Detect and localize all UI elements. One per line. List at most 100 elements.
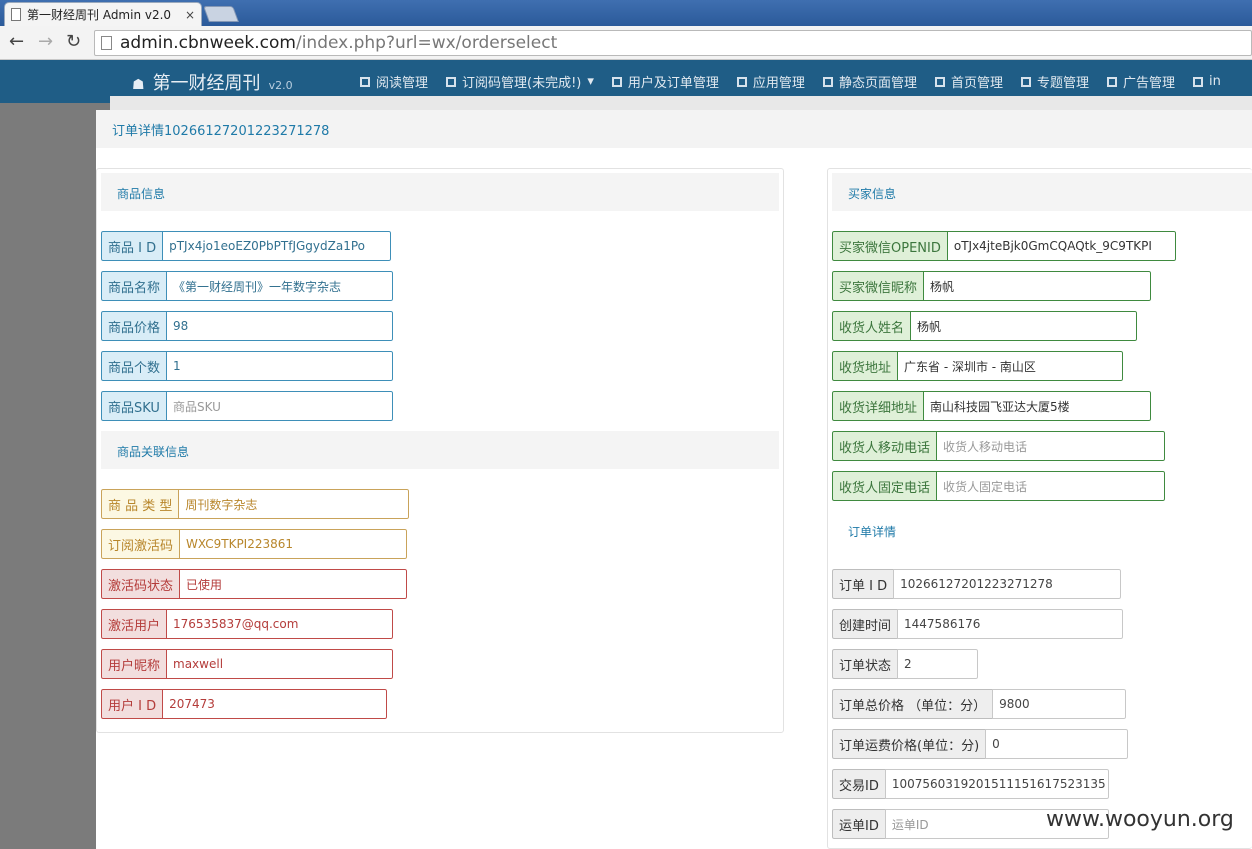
field-label: 商品 I D (101, 231, 163, 261)
url-path: /index.php?url=wx/orderselect (295, 33, 558, 53)
field-label: 订单 I D (832, 569, 894, 599)
forward-arrow-icon[interactable]: → (38, 33, 53, 51)
buyer-openid-input[interactable]: oTJx4jteBjk0GmCQAQtk_9C9TKPI (946, 231, 1176, 261)
field-label: 收货地址 (832, 351, 898, 381)
menu-item-ads[interactable]: 广告管理 (1106, 72, 1175, 91)
menu-item-topics[interactable]: 专题管理 (1020, 72, 1089, 91)
menu-label: 订阅码管理(未完成!) (462, 76, 582, 91)
field-user-id: 用户 I D 207473 (101, 689, 387, 719)
product-count-input[interactable]: 1 (166, 351, 393, 381)
field-label: 商品个数 (101, 351, 167, 381)
activated-user-input[interactable]: 176535837@qq.com (166, 609, 393, 639)
field-label: 商品价格 (101, 311, 167, 341)
new-tab-button[interactable] (203, 6, 239, 22)
created-time-input[interactable]: 1447586176 (897, 609, 1123, 639)
code-status-input[interactable]: 已使用 (179, 569, 407, 599)
order-id-input[interactable]: 10266127201223271278 (893, 569, 1121, 599)
menu-item-static-pages[interactable]: 静态页面管理 (822, 72, 917, 91)
field-shipping-fee: 订单运费价格(单位：分) 0 (832, 729, 1128, 759)
activation-code-input[interactable]: WXC9TKPI223861 (179, 529, 407, 559)
menu-label: 静态页面管理 (838, 76, 917, 91)
buyer-nickname-input[interactable]: 杨帆 (923, 271, 1151, 301)
address-bar[interactable]: admin.cbnweek.com/index.php?url=wx/order… (94, 30, 1252, 56)
field-label: 商品SKU (101, 391, 166, 421)
menu-item-apps[interactable]: 应用管理 (736, 72, 805, 91)
field-product-name: 商品名称 《第一财经周刊》一年数字杂志 (101, 271, 393, 301)
browser-tab-active[interactable]: 第一财经周刊 Admin v2.0 × (4, 2, 202, 26)
field-label: 激活用户 (101, 609, 167, 639)
menu-item-homepage[interactable]: 首页管理 (934, 72, 1003, 91)
section-related-info: 商品关联信息 (101, 431, 779, 469)
page-info-icon[interactable] (101, 36, 112, 50)
book-icon (736, 76, 747, 87)
grid-icon (822, 76, 833, 87)
field-label: 订单运费价格(单位：分) (832, 729, 986, 759)
order-status-input[interactable]: 2 (897, 649, 978, 679)
background-table-row (110, 96, 1252, 110)
field-mobile-phone: 收货人移动电话 收货人移动电话 (832, 431, 1165, 461)
order-detail-modal: 订单详情 10266127201223271278 商品信息 商品 I D pTJ… (96, 110, 1252, 849)
detailed-address-input[interactable]: 南山科技园飞亚达大厦5楼 (923, 391, 1151, 421)
field-product-id: 商品 I D pTJx4jo1eoEZ0PbPTfJGgydZa1Po (101, 231, 391, 261)
site-brand[interactable]: ☗ 第一财经周刊 v2.0 (132, 69, 293, 95)
field-receiver-name: 收货人姓名 杨帆 (832, 311, 1137, 341)
shipping-fee-input[interactable]: 0 (985, 729, 1128, 759)
product-id-input[interactable]: pTJx4jo1eoEZ0PbPTfJGgydZa1Po (162, 231, 391, 261)
grid-icon (1020, 76, 1031, 87)
field-user-nickname: 用户昵称 maxwell (101, 649, 393, 679)
field-label: 买家微信昵称 (832, 271, 924, 301)
buyer-order-panel: 买家信息 买家微信OPENID oTJx4jteBjk0GmCQAQtk_9C9… (827, 168, 1252, 849)
menu-item-reading[interactable]: 阅读管理 (360, 72, 428, 91)
product-sku-input[interactable]: 商品SKU (165, 391, 393, 421)
tab-title: 第一财经周刊 Admin v2.0 (27, 8, 172, 22)
menu-label: in (1209, 74, 1221, 89)
reload-icon[interactable]: ↻ (66, 33, 81, 51)
field-code-status: 激活码状态 已使用 (101, 569, 407, 599)
back-arrow-icon[interactable]: ← (9, 33, 24, 51)
book-icon (611, 76, 622, 87)
watermark: www.wooyun.org (1046, 807, 1234, 832)
field-product-type: 商 品 类 型 周刊数字杂志 (101, 489, 409, 519)
total-price-input[interactable]: 9800 (992, 689, 1126, 719)
product-price-input[interactable]: 98 (166, 311, 393, 341)
field-label: 创建时间 (832, 609, 898, 639)
field-label: 商 品 类 型 (101, 489, 179, 519)
section-product-info: 商品信息 (101, 173, 779, 211)
section-order-detail: 订单详情 (832, 511, 1252, 549)
menu-item-subscription-code[interactable]: 订阅码管理(未完成!) ▾ (446, 72, 594, 91)
menu-label: 专题管理 (1036, 76, 1089, 91)
receiver-name-input[interactable]: 杨帆 (910, 311, 1137, 341)
menu-item-more[interactable]: in (1193, 72, 1221, 91)
landline-phone-input[interactable]: 收货人固定电话 (936, 471, 1165, 501)
field-label: 收货人固定电话 (832, 471, 937, 501)
field-label: 订阅激活码 (101, 529, 180, 559)
menu-label: 用户及订单管理 (627, 76, 719, 91)
browser-tabbar: 第一财经周刊 Admin v2.0 × (0, 0, 1252, 26)
close-tab-icon[interactable]: × (185, 8, 195, 22)
field-detailed-address: 收货详细地址 南山科技园飞亚达大厦5楼 (832, 391, 1151, 421)
field-order-id: 订单 I D 10266127201223271278 (832, 569, 1121, 599)
field-label: 激活码状态 (101, 569, 180, 599)
user-nickname-input[interactable]: maxwell (166, 649, 393, 679)
field-buyer-openid: 买家微信OPENID oTJx4jteBjk0GmCQAQtk_9C9TKPI (832, 231, 1176, 261)
brand-version: v2.0 (268, 79, 293, 92)
field-label: 订单状态 (832, 649, 898, 679)
menu-label: 广告管理 (1122, 76, 1175, 91)
field-product-price: 商品价格 98 (101, 311, 393, 341)
field-product-sku: 商品SKU 商品SKU (101, 391, 393, 421)
field-product-count: 商品个数 1 (101, 351, 393, 381)
field-buyer-nickname: 买家微信昵称 杨帆 (832, 271, 1151, 301)
mobile-phone-input[interactable]: 收货人移动电话 (936, 431, 1165, 461)
shipping-address-input[interactable]: 广东省 - 深圳市 - 南山区 (897, 351, 1123, 381)
product-name-input[interactable]: 《第一财经周刊》一年数字杂志 (166, 271, 393, 301)
grid-icon (1193, 76, 1203, 87)
field-activation-code: 订阅激活码 WXC9TKPI223861 (101, 529, 407, 559)
document-icon (360, 76, 370, 87)
field-label: 买家微信OPENID (832, 231, 947, 261)
transaction-id-input[interactable]: 1007560319201511151617523135 (884, 769, 1109, 799)
user-id-input[interactable]: 207473 (162, 689, 387, 719)
product-type-input[interactable]: 周刊数字杂志 (178, 489, 409, 519)
field-shipping-address: 收货地址 广东省 - 深圳市 - 南山区 (832, 351, 1123, 381)
menu-item-users-orders[interactable]: 用户及订单管理 (611, 72, 719, 91)
field-total-price: 订单总价格 （单位：分） 9800 (832, 689, 1126, 719)
